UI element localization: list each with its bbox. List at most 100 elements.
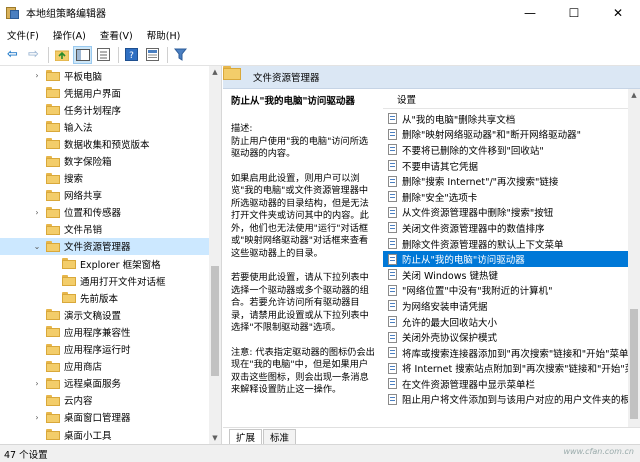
tree-item[interactable]: › 平板电脑 [0, 67, 210, 84]
pane-header-title: 文件资源管理器 [253, 73, 320, 84]
tree-item[interactable]: 文件吊销 [0, 221, 210, 238]
setting-row[interactable]: 删除"搜索 Internet"/"再次搜索"链接 [383, 173, 640, 189]
setting-row[interactable]: 将库或搜索连接器添加到"再次搜索"链接和"开始"菜单 [383, 345, 640, 361]
console-tree[interactable]: › 平板电脑 凭据用户界面 任务计划程序 输入法 数据收集和预览版本 数字保险箱 搜索网络共享… [0, 66, 222, 444]
scroll-down-arrow-icon[interactable]: ▼ [209, 432, 221, 444]
setting-row[interactable]: "网络位置"中没有"我附近的计算机" [383, 283, 640, 299]
settings-list[interactable]: 设置 从"我的电脑"删除共享文档 删除"映射网络驱动器"和"断开网络驱动器" 不要将… [383, 89, 640, 427]
tree-scrollbar[interactable]: ▲ ▼ [209, 66, 221, 444]
setting-row[interactable]: 不要申请其它凭据 [383, 158, 640, 174]
setting-row[interactable]: 在文件资源管理器中显示菜单栏 [383, 376, 640, 392]
policy-setting-icon [387, 362, 398, 374]
tree-item[interactable]: 应用商店 [0, 358, 210, 375]
tree-item[interactable]: 先前版本 [0, 289, 210, 306]
folder-icon [46, 206, 60, 218]
tab-standard[interactable]: 标准 [263, 429, 297, 444]
setting-row[interactable]: 删除"安全"选项卡 [383, 189, 640, 205]
scrollbar-thumb[interactable] [211, 266, 219, 376]
tree-item[interactable]: 通用打开文件对话框 [0, 272, 210, 289]
setting-row[interactable]: 删除文件资源管理器的默认上下文菜单 [383, 236, 640, 252]
setting-row[interactable]: 删除"映射网络驱动器"和"断开网络驱动器" [383, 127, 640, 143]
scroll-up-arrow-icon[interactable]: ▲ [209, 66, 221, 78]
tree-item[interactable]: 云内容 [0, 392, 210, 409]
console-tree-icon [75, 48, 90, 61]
folder-icon [46, 189, 60, 201]
policy-setting-icon [387, 175, 398, 187]
tree-item[interactable]: 演示文稿设置 [0, 306, 210, 323]
tree-item[interactable]: › 桌面窗口管理器 [0, 409, 210, 426]
up-one-level-button[interactable] [52, 46, 71, 64]
tree-item[interactable]: 凭据用户界面 [0, 84, 210, 101]
back-button[interactable]: ⇦ [3, 46, 22, 64]
tree-item-label: 位置和传感器 [64, 208, 122, 220]
setting-label: 为网络安装申请凭据 [402, 301, 488, 313]
maximize-button[interactable]: ☐ [552, 0, 596, 25]
setting-row[interactable]: 允许的最大回收站大小 [383, 314, 640, 330]
toolbar-separator [167, 46, 168, 63]
expand-arrow-icon[interactable]: › [32, 379, 42, 388]
expand-arrow-icon[interactable]: › [32, 71, 42, 80]
expand-arrow-icon[interactable]: ⌄ [32, 242, 42, 251]
setting-row[interactable]: 关闭文件资源管理器中的数值排序 [383, 220, 640, 236]
tree-item[interactable]: › 远程桌面服务 [0, 375, 210, 392]
scrollbar-thumb[interactable] [630, 309, 638, 419]
folder-icon [46, 138, 60, 150]
tree-item-label: 网络共享 [64, 191, 103, 203]
export-list-button[interactable] [94, 46, 113, 64]
tree-item[interactable]: Explorer 框架窗格 [0, 255, 210, 272]
setting-row[interactable]: 将 Internet 搜索站点附加到"再次搜索"链接和"开始"菜单 [383, 361, 640, 377]
settings-scrollbar[interactable]: ▲ [628, 89, 640, 427]
setting-row[interactable]: 为网络安装申请凭据 [383, 298, 640, 314]
toolbar-separator [48, 46, 49, 63]
scroll-up-arrow-icon[interactable]: ▲ [628, 89, 640, 101]
column-header-setting[interactable]: 设置 [383, 89, 640, 109]
setting-label: 不要申请其它凭据 [402, 161, 479, 173]
tree-item[interactable]: 应用程序兼容性 [0, 323, 210, 340]
menu-help[interactable]: 帮助(H) [140, 28, 188, 42]
setting-row[interactable]: 关闭外壳协议保护模式 [383, 329, 640, 345]
filter-button[interactable] [171, 46, 190, 64]
folder-icon [46, 309, 60, 321]
tree-item[interactable]: 输入法 [0, 118, 210, 135]
setting-row[interactable]: 防止从"我的电脑"访问驱动器 [383, 251, 640, 267]
policy-setting-icon [387, 331, 398, 343]
tree-item[interactable]: ⌄ 文件资源管理器 [0, 237, 210, 256]
minimize-button[interactable]: — [508, 0, 552, 25]
tree-item[interactable]: 桌面小工具 [0, 426, 210, 443]
description-paragraph: 注意: 代表指定驱动器的图标仍会出现在"我的电脑"中，但是如果用户双击这些图标，… [231, 346, 375, 396]
properties-button[interactable] [143, 46, 162, 64]
close-button[interactable]: ✕ [596, 0, 640, 25]
tree-item[interactable]: 任务计划程序 [0, 101, 210, 118]
view-tabs: 扩展 标准 [223, 427, 640, 444]
forward-button[interactable]: ⇨ [24, 46, 43, 64]
policy-setting-icon [387, 253, 398, 265]
setting-row[interactable]: 从文件资源管理器中删除"搜索"按钮 [383, 205, 640, 221]
setting-label: 关闭 Windows 键热键 [402, 270, 498, 282]
policy-setting-icon [387, 144, 398, 156]
tree-item[interactable]: 搜索 [0, 170, 210, 187]
setting-label: 将库或搜索连接器添加到"再次搜索"链接和"开始"菜单 [402, 348, 629, 360]
tree-item[interactable]: › 位置和传感器 [0, 204, 210, 221]
setting-row[interactable]: 阻止用户将文件添加到与该用户对应的用户文件夹的根目录 [383, 392, 640, 408]
setting-row[interactable]: 从"我的电脑"删除共享文档 [383, 111, 640, 127]
setting-label: 允许的最大回收站大小 [402, 317, 498, 329]
setting-row[interactable]: 关闭 Windows 键热键 [383, 267, 640, 283]
expand-arrow-icon[interactable]: › [32, 413, 42, 422]
tree-item-label: 通用打开文件对话框 [80, 276, 166, 288]
watermark: www.cfan.com.cn [563, 447, 635, 456]
tab-extended[interactable]: 扩展 [229, 429, 263, 444]
folder-up-icon [54, 50, 69, 61]
description-paragraph: 描述: 防止用户使用"我的电脑"访问所选驱动器的内容。 [231, 123, 369, 159]
tree-item[interactable]: 应用程序运行时 [0, 341, 210, 358]
help-button[interactable]: ? [122, 46, 141, 64]
menu-file[interactable]: 文件(F) [0, 28, 46, 42]
tree-item[interactable]: 网络共享 [0, 187, 210, 204]
setting-row[interactable]: 不要将已删除的文件移到"回收站" [383, 142, 640, 158]
expand-arrow-icon[interactable]: › [32, 208, 42, 217]
folder-icon [46, 87, 60, 99]
menu-view[interactable]: 查看(V) [93, 28, 140, 42]
menu-action[interactable]: 操作(A) [46, 28, 93, 42]
tree-item[interactable]: 数据收集和预览版本 [0, 135, 210, 152]
show-hide-tree-button[interactable] [73, 45, 92, 64]
tree-item[interactable]: 数字保险箱 [0, 152, 210, 169]
